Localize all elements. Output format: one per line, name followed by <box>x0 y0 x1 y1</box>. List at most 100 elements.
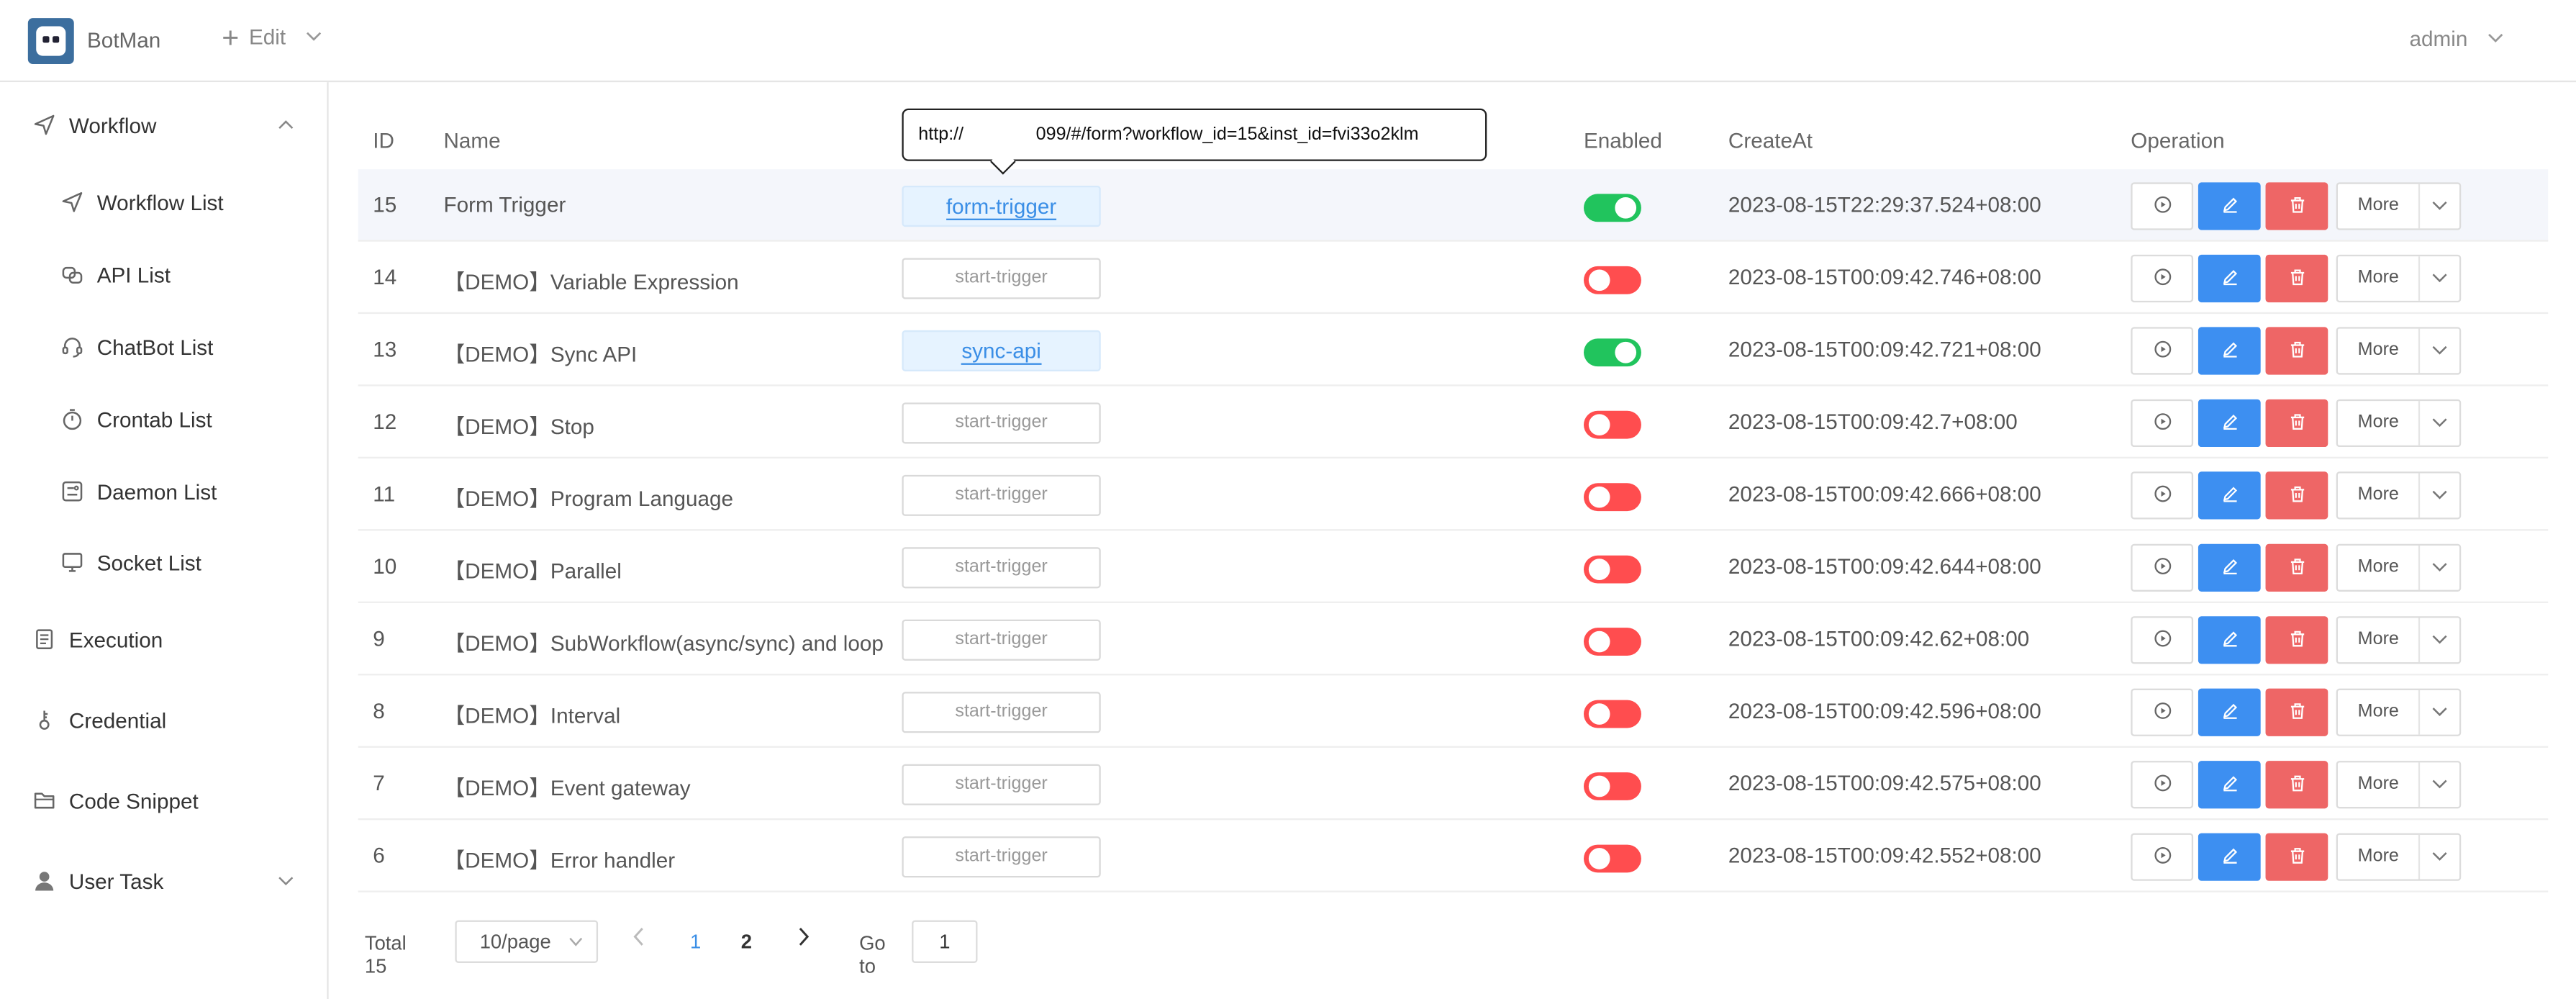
more-button[interactable]: More <box>2338 546 2421 590</box>
chevron-down-icon[interactable] <box>2421 487 2459 505</box>
sidebar-item-crontab-list[interactable]: Crontab List <box>0 394 327 443</box>
chevron-down-icon[interactable] <box>2421 631 2459 649</box>
goto-page-input[interactable]: 1 <box>912 920 978 963</box>
botman-logo[interactable] <box>27 18 74 65</box>
page-2-button[interactable]: 2 <box>741 930 752 953</box>
run-button[interactable] <box>2131 761 2194 809</box>
delete-button[interactable] <box>2265 616 2328 664</box>
goto-label: Go to <box>859 931 886 978</box>
enabled-toggle[interactable] <box>1584 628 1641 656</box>
play-circle-icon <box>2153 556 2171 580</box>
trigger-tag[interactable]: start-trigger <box>902 836 1101 878</box>
sidebar-item-workflow-list[interactable]: Workflow List <box>0 178 327 227</box>
delete-button[interactable] <box>2265 182 2328 230</box>
api-icon <box>60 263 83 286</box>
page-1-button[interactable]: 1 <box>690 930 701 953</box>
sidebar-item-user-task[interactable]: User Task <box>0 856 327 905</box>
edit-button[interactable] <box>2198 761 2261 809</box>
more-button[interactable]: More <box>2338 690 2421 735</box>
trigger-tag[interactable]: start-trigger <box>902 258 1101 299</box>
page-size-select[interactable]: 10/page <box>455 920 599 963</box>
table-row: 14 【DEMO】Variable Expression start-trigger… <box>358 242 2549 315</box>
delete-button[interactable] <box>2265 471 2328 520</box>
prev-page-button[interactable] <box>632 927 645 951</box>
chevron-down-icon[interactable] <box>2421 269 2459 287</box>
chevron-down-icon[interactable] <box>2421 848 2459 866</box>
pencil-icon <box>2221 194 2239 218</box>
more-button[interactable]: More <box>2338 618 2421 663</box>
edit-button[interactable] <box>2198 688 2261 736</box>
enabled-toggle[interactable] <box>1584 700 1641 728</box>
delete-button[interactable] <box>2265 254 2328 303</box>
trigger-tag[interactable]: form-trigger <box>902 186 1101 227</box>
trigger-label: start-trigger <box>955 412 1048 433</box>
more-button[interactable]: More <box>2338 762 2421 808</box>
play-circle-icon <box>2153 338 2171 363</box>
chevron-down-icon[interactable] <box>2421 776 2459 794</box>
enabled-toggle[interactable] <box>1584 338 1641 367</box>
chevron-down-icon[interactable] <box>2421 559 2459 577</box>
chevron-down-icon[interactable] <box>2421 197 2459 215</box>
edit-button[interactable] <box>2198 327 2261 375</box>
run-button[interactable] <box>2131 543 2194 592</box>
more-button[interactable]: More <box>2338 256 2421 301</box>
chevron-down-icon[interactable] <box>2421 703 2459 721</box>
trigger-tag[interactable]: start-trigger <box>902 402 1101 444</box>
trigger-tag[interactable]: start-trigger <box>902 547 1101 589</box>
trigger-tag[interactable]: start-trigger <box>902 764 1101 805</box>
delete-button[interactable] <box>2265 543 2328 592</box>
trigger-tag[interactable]: sync-api <box>902 330 1101 372</box>
run-button[interactable] <box>2131 616 2194 664</box>
sidebar-item-socket-list[interactable]: Socket List <box>0 538 327 587</box>
next-page-button[interactable] <box>797 927 809 951</box>
run-button[interactable] <box>2131 182 2194 230</box>
run-button[interactable] <box>2131 254 2194 303</box>
edit-button[interactable] <box>2198 833 2261 881</box>
chevron-down-icon[interactable] <box>2421 342 2459 360</box>
trigger-tag[interactable]: start-trigger <box>902 619 1101 661</box>
more-button[interactable]: More <box>2338 834 2421 880</box>
enabled-toggle[interactable] <box>1584 555 1641 584</box>
delete-button[interactable] <box>2265 327 2328 375</box>
run-button[interactable] <box>2131 688 2194 736</box>
sidebar-item-label: Execution <box>68 627 163 652</box>
more-button[interactable]: More <box>2338 401 2421 446</box>
sidebar-item-workflow[interactable]: Workflow <box>0 100 327 149</box>
sidebar-item-credential[interactable]: Credential <box>0 695 327 744</box>
delete-button[interactable] <box>2265 399 2328 448</box>
trigger-tag[interactable]: start-trigger <box>902 692 1101 733</box>
run-button[interactable] <box>2131 471 2194 520</box>
sidebar-item-api-list[interactable]: API List <box>0 250 327 299</box>
chevron-down-icon[interactable] <box>2421 414 2459 432</box>
run-button[interactable] <box>2131 399 2194 448</box>
enabled-toggle[interactable] <box>1584 772 1641 800</box>
run-button[interactable] <box>2131 327 2194 375</box>
sidebar-item-execution[interactable]: Execution <box>0 615 327 664</box>
more-button[interactable]: More <box>2338 184 2421 229</box>
sidebar-item-code-snippet[interactable]: Code Snippet <box>0 776 327 825</box>
more-button[interactable]: More <box>2338 328 2421 374</box>
edit-button[interactable] <box>2198 543 2261 592</box>
sidebar-item-chatbot-list[interactable]: ChatBot List <box>0 322 327 371</box>
enabled-toggle[interactable] <box>1584 194 1641 222</box>
delete-button[interactable] <box>2265 833 2328 881</box>
sidebar-item-daemon-list[interactable]: Daemon List <box>0 466 327 515</box>
pencil-icon <box>2221 338 2239 363</box>
user-menu[interactable]: admin <box>2409 27 2503 51</box>
edit-button[interactable] <box>2198 182 2261 230</box>
enabled-toggle[interactable] <box>1584 483 1641 512</box>
edit-button[interactable] <box>2198 616 2261 664</box>
more-button[interactable]: More <box>2338 473 2421 518</box>
delete-button[interactable] <box>2265 761 2328 809</box>
run-button[interactable] <box>2131 833 2194 881</box>
edit-button[interactable] <box>2198 399 2261 448</box>
edit-button[interactable] <box>2198 254 2261 303</box>
edit-menu[interactable]: + Edit <box>222 22 322 52</box>
edit-button[interactable] <box>2198 471 2261 520</box>
enabled-toggle[interactable] <box>1584 266 1641 294</box>
trigger-tag[interactable]: start-trigger <box>902 474 1101 516</box>
enabled-toggle[interactable] <box>1584 844 1641 873</box>
delete-button[interactable] <box>2265 688 2328 736</box>
enabled-toggle[interactable] <box>1584 410 1641 439</box>
pencil-icon <box>2221 483 2239 507</box>
